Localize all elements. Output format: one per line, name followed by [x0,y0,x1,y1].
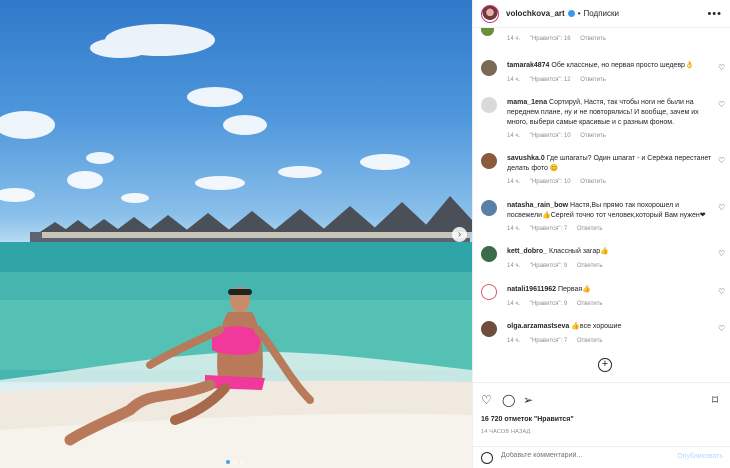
reply-button[interactable]: Ответить [577,263,603,269]
comment-text: kett_dobro_ Классный загар👍 [507,247,712,257]
heart-icon[interactable]: ♡ [481,393,492,407]
carousel-dot [233,460,237,464]
comment-meta: 14 ч. "Нравится": 7 Ответить [507,226,611,232]
heart-icon[interactable]: ♡ [718,287,725,296]
comment-likes[interactable]: "Нравится": 9 [530,301,567,307]
avatar[interactable] [481,60,497,76]
comment-username[interactable]: kett_dobro_ [507,248,547,255]
beach-photo [0,24,472,468]
post-photo: › [0,0,472,468]
chevron-right-icon: › [457,229,462,240]
carousel-dot [240,460,244,464]
heart-icon[interactable]: ♡ [718,100,725,109]
comment-time: 14 ч. [507,338,521,344]
comment-body: Обе классные, но первая просто шедевр👌 [551,62,694,69]
comment-time: 14 ч. [507,301,521,307]
avatar[interactable] [481,200,497,216]
add-comment-bar: Опубликовать [473,446,730,468]
comment-text: mama_1ena Сортируй, Настя, так чтобы ног… [507,98,712,128]
avatar[interactable] [481,4,499,23]
following-button[interactable]: Подписки [584,9,619,18]
bookmark-icon[interactable]: ⌑ [712,393,718,407]
plus-circle-icon[interactable]: + [598,358,612,372]
comment-meta: 14 ч. "Нравится": 9 Ответить [507,263,611,269]
heart-icon[interactable]: ♡ [718,63,725,72]
comment-text: olga.arzamastseva 👍все хорошие [507,322,712,332]
post-timestamp: 14 ЧАСОВ НАЗАД [481,429,531,435]
comment-time: 14 ч. [507,263,521,269]
comment-username[interactable]: savushka.0 [507,155,545,162]
reply-button[interactable]: Ответить [580,133,606,139]
comment-text: natasha_rain_bow Настя,Вы прямо так похо… [507,201,712,221]
comment-time: 14 ч. [507,179,521,185]
comment-meta: 14 ч. "Нравится": 9 Ответить [507,301,611,307]
comment-time: 14 ч. [507,133,521,139]
avatar[interactable] [481,284,497,300]
comment-text: savushka.0 Где шпагаты? Один шпагат - и … [507,154,712,174]
post-actions: ♡ ◯ ➢ ⌑ 16 720 отметок "Нравится" 14 ЧАС… [473,382,730,468]
heart-icon[interactable]: ♡ [718,203,725,212]
comment-meta: 14 ч. "Нравится": 7 Ответить [507,338,611,344]
carousel-dot [226,460,230,464]
reply-button[interactable]: Ответить [577,301,603,307]
comment-meta: 14 ч. "Нравится": 10 Ответить [507,133,614,139]
avatar[interactable] [481,321,497,337]
reply-button[interactable]: Ответить [580,36,606,42]
heart-icon[interactable]: ♡ [718,156,725,165]
comment-username[interactable]: olga.arzamastseva [507,323,569,330]
comments-list: 14 ч. "Нравится": 16 Ответить tamarak487… [473,28,730,382]
header-separator: • [577,9,581,18]
reply-button[interactable]: Ответить [577,226,603,232]
comment-likes[interactable]: "Нравится": 9 [530,263,567,269]
comment-likes[interactable]: "Нравится": 10 [530,179,571,185]
comment-meta: 14 ч. "Нравится": 10 Ответить [507,179,614,185]
post-header: volochkova_art • Подписки ••• [473,0,730,28]
more-options-icon[interactable]: ••• [707,8,722,20]
comment-body: Классный загар👍 [549,248,609,255]
comment-username[interactable]: tamarak4874 [507,62,549,69]
comment-input[interactable] [501,452,671,459]
comment-time: 14 ч. [507,77,521,83]
reply-button[interactable]: Ответить [577,338,603,344]
verified-badge-icon [567,10,575,17]
comment-body: Первая👍 [558,286,591,293]
comment-time: 14 ч. [507,36,521,42]
comment-time: 14 ч. [507,226,521,232]
comment-text: natali19611962 Первая👍 [507,285,712,295]
comment-username[interactable]: natasha_rain_bow [507,202,568,209]
comment-likes[interactable]: "Нравится": 10 [530,133,571,139]
reply-button[interactable]: Ответить [580,77,606,83]
avatar[interactable] [481,28,494,36]
comment-icon[interactable]: ◯ [502,393,515,407]
likes-count[interactable]: 16 720 отметок "Нравится" [481,416,574,423]
comment-likes[interactable]: "Нравится": 7 [530,226,567,232]
comment-meta: 14 ч. "Нравится": 12 Ответить [507,77,614,83]
publish-button[interactable]: Опубликовать [677,453,723,460]
comment-username[interactable]: natali19611962 [507,286,556,293]
comment-body: 👍все хорошие [571,323,622,330]
next-photo-button[interactable]: › [452,227,467,242]
heart-icon[interactable]: ♡ [718,324,725,333]
avatar[interactable] [481,246,497,262]
carousel-indicator [226,460,244,464]
avatar[interactable] [481,153,497,169]
post-sidebar: volochkova_art • Подписки ••• 14 ч. "Нра… [472,0,730,468]
comment-likes[interactable]: "Нравится": 16 [530,36,571,42]
heart-icon[interactable]: ♡ [718,249,725,258]
author-username[interactable]: volochkova_art [506,9,565,18]
comment-likes[interactable]: "Нравится": 7 [530,338,567,344]
avatar[interactable] [481,97,497,113]
share-icon[interactable]: ➢ [523,393,533,407]
comment-likes[interactable]: "Нравится": 12 [530,77,571,83]
comment-meta: 14 ч. "Нравится": 16 Ответить [507,36,614,42]
emoji-icon[interactable] [481,452,493,464]
reply-button[interactable]: Ответить [580,179,606,185]
comment-username[interactable]: mama_1ena [507,99,547,106]
comment-text: tamarak4874 Обе классные, но первая прос… [507,61,712,71]
